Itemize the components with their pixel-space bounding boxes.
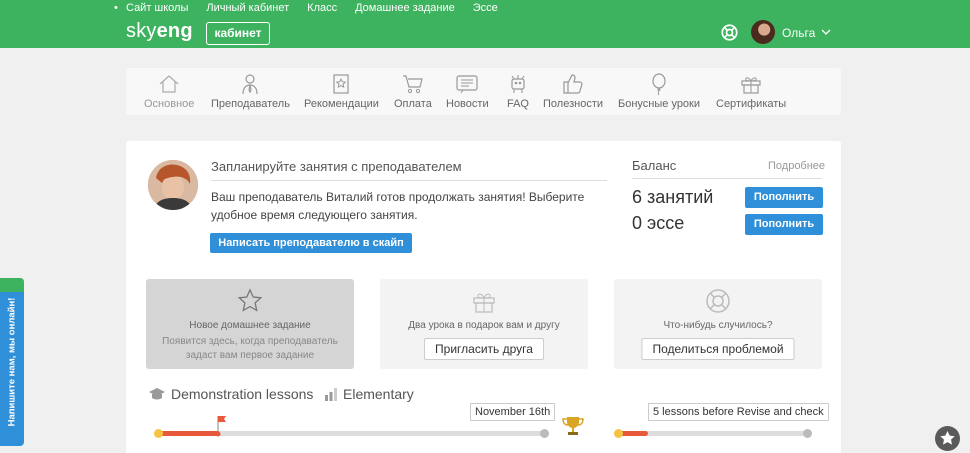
course-label: Demonstration lessons [148, 386, 313, 402]
revise-start-dot [614, 429, 623, 438]
nav-label: Преподаватель [211, 98, 290, 110]
problem-tile: Что-нибудь случилось? Поделиться проблем… [614, 279, 822, 369]
cart-icon [402, 75, 423, 94]
level-name: Elementary [343, 386, 414, 402]
problem-title: Что-нибудь случилось? [663, 320, 773, 331]
nav-item-recommendations[interactable]: Рекомендации [304, 72, 379, 110]
plan-lessons-text: Ваш преподаватель Виталий готов продолжа… [211, 190, 585, 222]
chat-tab-label: Напишите нам, мы онлайн! [6, 297, 18, 427]
course-name: Demonstration lessons [171, 386, 314, 402]
trophy-icon [562, 417, 584, 435]
favorite-button[interactable] [935, 426, 960, 451]
nav-label: Оплата [394, 98, 432, 110]
homework-tile[interactable]: Новое домашнее задание Появится здесь, к… [146, 279, 354, 369]
share-problem-button[interactable]: Поделиться проблемой [641, 338, 795, 360]
nav-label: FAQ [506, 98, 529, 110]
lifebuoy-icon[interactable] [721, 24, 738, 41]
next-date-tag: November 16th [470, 403, 556, 421]
user-avatar[interactable] [751, 20, 775, 44]
write-teacher-skype-button[interactable]: Написать преподавателю в скайп [210, 233, 412, 253]
top-link-essay[interactable]: Эссе [473, 2, 498, 16]
nav-label: Бонусные уроки [618, 98, 701, 110]
star-icon [237, 288, 263, 312]
lifebuoy-icon [706, 289, 730, 313]
nav-item-teacher[interactable]: Преподаватель [211, 72, 290, 110]
teacher-icon [242, 74, 259, 95]
course-end-dot [540, 429, 549, 438]
homework-text: Появится здесь, когда преподаватель зада… [162, 336, 338, 361]
teacher-photo [148, 160, 198, 210]
chevron-down-icon[interactable] [821, 27, 831, 37]
nav-label: Основное [144, 98, 195, 110]
revise-tag: 5 lessons before Revise and check [648, 403, 829, 421]
nav-label: Сертификаты [716, 98, 787, 110]
header: Сайт школы • Личный кабинет Класс Домашн… [0, 0, 970, 48]
revise-end-dot [803, 429, 812, 438]
top-link-school[interactable]: Сайт школы [126, 2, 188, 16]
cabinet-button[interactable]: кабинет [206, 22, 270, 45]
homework-title: Новое домашнее задание [189, 320, 311, 331]
level-label: Elementary [324, 386, 414, 402]
balloon-icon [652, 73, 666, 96]
nav-label: Рекомендации [304, 98, 379, 110]
topup-essays-button[interactable]: Пополнить [745, 214, 823, 235]
nav-item-faq[interactable]: FAQ [506, 72, 530, 110]
home-icon [159, 75, 179, 93]
course-progress-fill [158, 431, 220, 436]
nav-label: Полезности [543, 98, 603, 110]
nav-item-certificates[interactable]: Сертификаты [716, 72, 786, 110]
user-name[interactable]: Ольга [782, 26, 815, 40]
balance-details-link[interactable]: Подробнее [768, 160, 825, 172]
logo-part-bold: eng [156, 20, 193, 42]
nav-item-useful[interactable]: Полезности [543, 72, 603, 110]
bookmark-icon [333, 74, 350, 94]
plan-lessons-title: Запланируйте занятия с преподавателем [211, 159, 607, 181]
course-start-dot [154, 429, 163, 438]
thumbs-up-icon [563, 74, 583, 94]
balance-title: Баланс [632, 158, 677, 173]
robot-icon [511, 75, 525, 93]
online-chat-tab[interactable]: Напишите нам, мы онлайн! [0, 278, 24, 446]
graduation-cap-icon [149, 388, 165, 400]
active-dot: • [114, 2, 118, 14]
level-bars-icon [325, 388, 337, 401]
flag-icon [215, 416, 226, 437]
logo-part-light: sky [126, 20, 157, 42]
balance-lessons: 6 занятий [632, 187, 714, 207]
skyeng-logo[interactable]: skyeng [126, 19, 193, 43]
main-nav: Основное Преподаватель Рекомендации Опла… [126, 68, 841, 115]
top-links: Сайт школы • Личный кабинет Класс Домашн… [114, 2, 516, 16]
balance-divider [632, 178, 822, 179]
gift-icon [741, 77, 761, 94]
gift-icon [473, 293, 495, 313]
top-link-cabinet[interactable]: Личный кабинет [206, 2, 289, 16]
invite-friend-button[interactable]: Пригласить друга [424, 338, 544, 360]
star-icon [940, 431, 955, 445]
nav-item-payment[interactable]: Оплата [394, 72, 432, 110]
nav-item-main[interactable]: Основное [144, 72, 194, 110]
nav-label: Новости [446, 98, 489, 110]
chat-tab-accent [0, 278, 24, 292]
top-link-class[interactable]: Класс [307, 2, 337, 16]
balance-essays: 0 эссе [632, 213, 685, 233]
invite-tile: Два урока в подарок вам и другу Пригласи… [380, 279, 588, 369]
invite-title: Два урока в подарок вам и другу [408, 320, 560, 331]
nav-item-bonus-lessons[interactable]: Бонусные уроки [618, 72, 700, 110]
news-icon [456, 75, 478, 94]
top-link-homework[interactable]: Домашнее задание [355, 2, 455, 16]
nav-item-news[interactable]: Новости [446, 72, 489, 110]
topup-lessons-button[interactable]: Пополнить [745, 187, 823, 208]
